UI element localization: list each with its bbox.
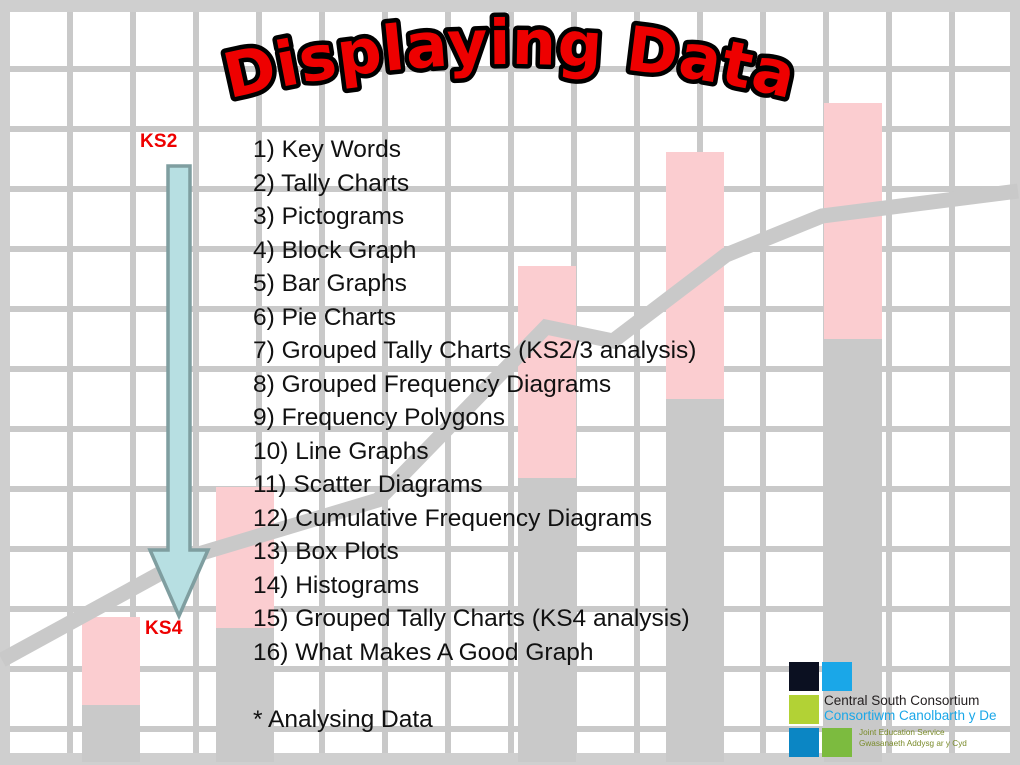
slide-canvas: KS2 KS4 Displaying Data Displaying Data … xyxy=(0,0,1020,765)
logo-line-welsh: Consortiwm Canolbarth y De xyxy=(824,708,997,723)
topic-list-item: 15) Grouped Tally Charts (KS4 analysis) xyxy=(253,605,690,632)
topic-list-item: 12) Cumulative Frequency Diagrams xyxy=(253,504,652,532)
ks2-label: KS2 xyxy=(140,131,178,152)
logo-primary-text: Central South Consortium Consortiwm Cano… xyxy=(824,693,1019,723)
logo-square-blue xyxy=(789,728,819,757)
topic-list-item: 11) Scatter Diagrams xyxy=(253,471,483,498)
logo-square-green xyxy=(822,728,852,757)
analysing-data-note: * Analysing Data xyxy=(253,706,433,733)
ks-progression-arrow xyxy=(146,164,212,620)
topic-list-item: 2) Tally Charts xyxy=(253,169,410,197)
topic-list-item: 13) Box Plots xyxy=(253,538,399,565)
consortium-logo: Central South Consortium Consortiwm Cano… xyxy=(789,662,1017,758)
topic-list-item: 1) Key Words xyxy=(253,136,401,163)
topic-list-item: 5) Bar Graphs xyxy=(253,270,407,297)
logo-line-english: Central South Consortium xyxy=(824,693,980,708)
topic-list-item: 6) Pie Charts xyxy=(253,303,396,331)
logo-square-navy xyxy=(789,662,819,691)
topic-list-item: 9) Frequency Polygons xyxy=(253,404,505,431)
topic-list-item: 4) Block Graph xyxy=(253,236,417,264)
topic-list-item: 14) Histograms xyxy=(253,571,420,599)
topic-list-item: 10) Line Graphs xyxy=(253,437,429,465)
topic-list-item: 3) Pictograms xyxy=(253,203,405,230)
down-arrow-icon xyxy=(147,164,211,620)
logo-square-lime xyxy=(789,695,819,724)
topic-list-item: 7) Grouped Tally Charts (KS2/3 analysis) xyxy=(253,337,697,364)
topic-list-item: 8) Grouped Frequency Diagrams xyxy=(253,370,612,398)
topic-list: 1) Key Words 2) Tally Charts 3) Pictograms… xyxy=(253,133,993,669)
logo-square-cyan xyxy=(822,662,852,691)
logo-service-welsh: Gwasanaeth Addysg ar y Cyd xyxy=(859,738,967,748)
logo-service-english: Joint Education Service xyxy=(859,728,945,737)
ks4-label: KS4 xyxy=(145,618,183,639)
logo-secondary-text: Joint Education Service Gwasanaeth Addys… xyxy=(859,728,1019,749)
